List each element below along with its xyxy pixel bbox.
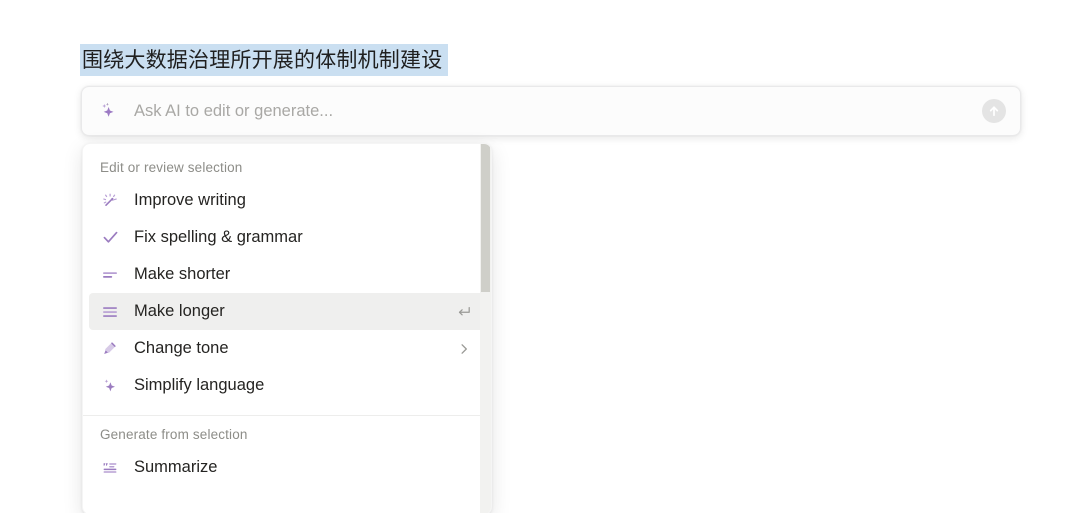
menu-section-label-edit-or-review: Edit or review selection — [100, 160, 243, 175]
ai-prompt-bar[interactable] — [81, 86, 1021, 136]
menu-item-summarize[interactable]: Summarize — [89, 449, 485, 486]
menu-item-label: Fix spelling & grammar — [134, 228, 303, 246]
menu-item-fix-spelling-grammar[interactable]: Fix spelling & grammar — [89, 219, 485, 256]
menu-item-make-longer[interactable]: Make longer — [89, 293, 485, 330]
menu-scrollbar-thumb[interactable] — [481, 144, 490, 292]
magic-wand-icon — [100, 191, 120, 211]
menu-item-make-shorter[interactable]: Make shorter — [89, 256, 485, 293]
microphone-icon — [100, 339, 120, 359]
quote-summary-icon — [100, 458, 120, 478]
make-shorter-lines-icon — [100, 265, 120, 285]
sparkle-icon — [98, 101, 118, 121]
ai-actions-menu: Edit or review selection Improve writing — [82, 143, 492, 513]
ai-actions-menu-content: Edit or review selection Improve writing — [83, 144, 491, 513]
sparkle-icon — [100, 376, 120, 396]
ai-writing-assistant-screen: 围绕大数据治理所开展的体制机制建设 Edit or review selecti… — [0, 0, 1080, 513]
menu-item-label: Change tone — [134, 339, 229, 357]
make-longer-lines-icon — [100, 302, 120, 322]
menu-item-label: Simplify language — [134, 376, 265, 394]
document-selected-text[interactable]: 围绕大数据治理所开展的体制机制建设 — [80, 44, 448, 76]
menu-item-label: Improve writing — [134, 191, 246, 209]
menu-item-label: Summarize — [134, 458, 218, 476]
enter-return-icon — [455, 303, 473, 321]
menu-item-change-tone[interactable]: Change tone — [89, 330, 485, 367]
check-icon — [100, 228, 120, 248]
menu-item-simplify-language[interactable]: Simplify language — [89, 367, 485, 404]
ai-submit-button[interactable] — [982, 99, 1006, 123]
ai-prompt-input[interactable] — [132, 100, 982, 122]
menu-item-label: Make longer — [134, 302, 225, 320]
menu-item-improve-writing[interactable]: Improve writing — [89, 182, 485, 219]
menu-divider — [83, 415, 491, 416]
menu-scrollbar-track[interactable] — [480, 144, 491, 513]
menu-section-label-generate-from-selection: Generate from selection — [100, 427, 248, 442]
chevron-right-icon — [455, 340, 473, 358]
menu-item-label: Make shorter — [134, 265, 231, 283]
